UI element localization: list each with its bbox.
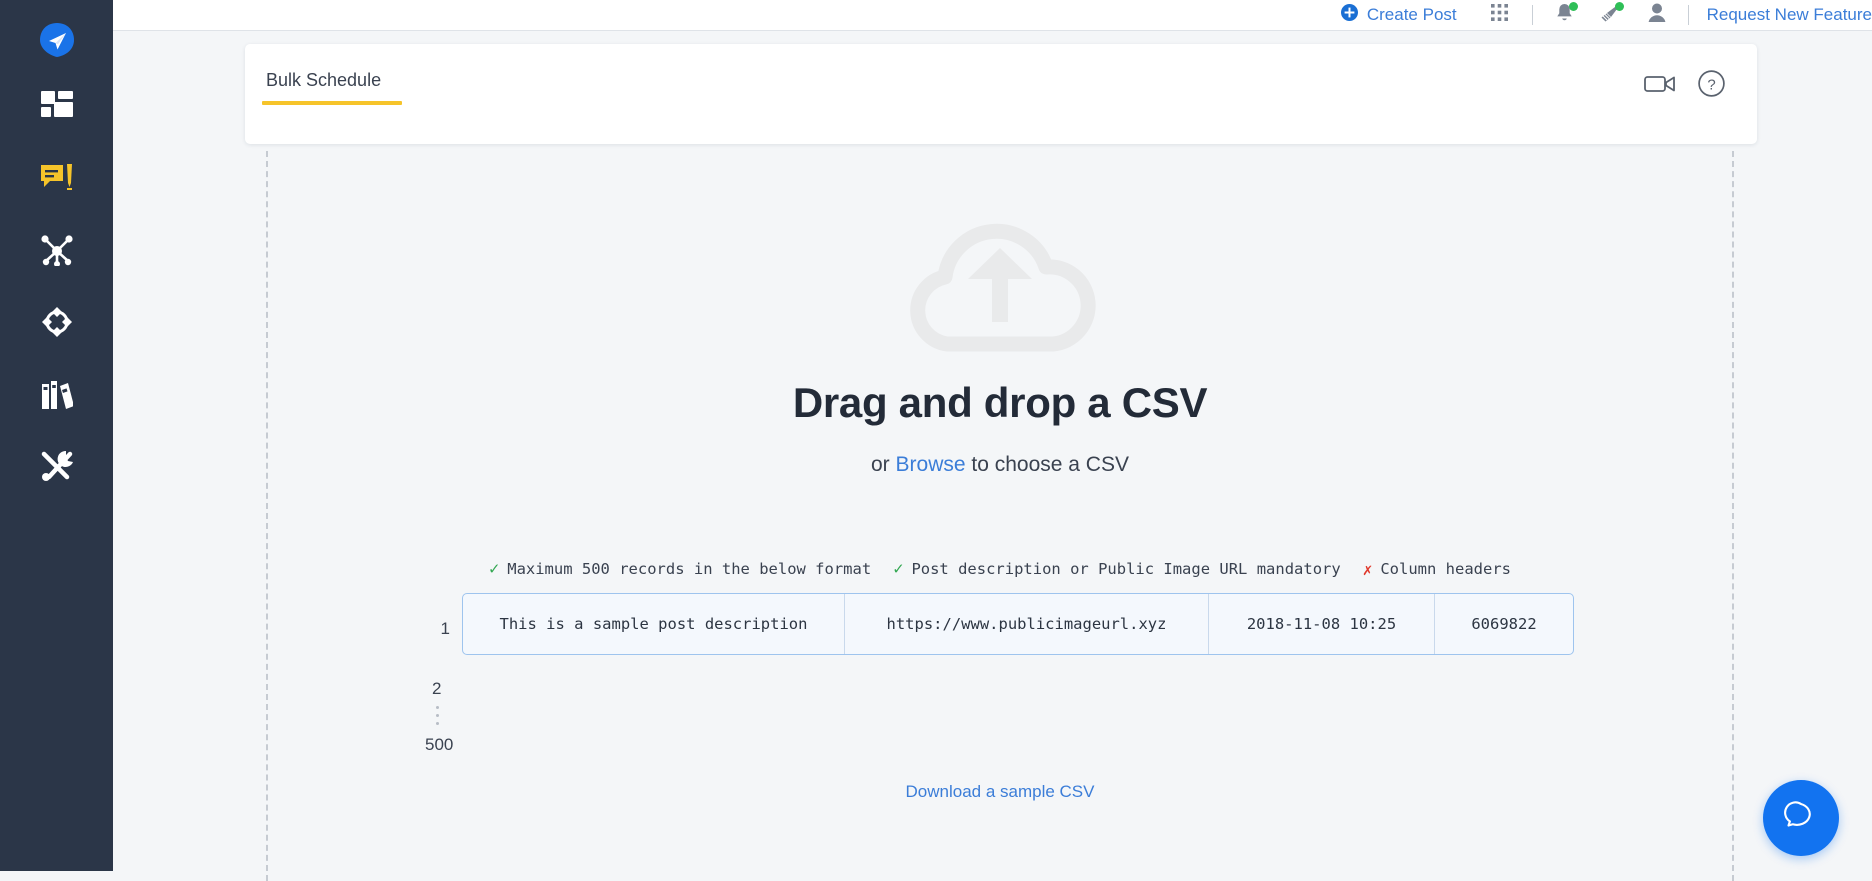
announcement-badge-dot bbox=[1615, 2, 1624, 11]
chat-bubble-icon bbox=[1784, 799, 1818, 838]
video-tutorial-button[interactable] bbox=[1644, 73, 1676, 100]
notification-badge-dot bbox=[1569, 2, 1578, 11]
sidebar-item-library[interactable] bbox=[0, 358, 113, 430]
vertical-ellipsis-icon bbox=[436, 706, 439, 725]
user-profile-button[interactable] bbox=[1634, 0, 1680, 31]
books-library-icon bbox=[41, 378, 73, 410]
video-camera-icon bbox=[1644, 73, 1676, 100]
apps-grid-icon bbox=[1491, 4, 1508, 26]
requirement-item: ✓ Maximum 500 records in the below forma… bbox=[489, 559, 871, 579]
card-action-group: ? bbox=[1644, 70, 1725, 102]
table-row: This is a sample post description https:… bbox=[462, 593, 1574, 655]
check-icon: ✓ bbox=[489, 559, 499, 579]
requirement-label: Maximum 500 records in the below format bbox=[507, 560, 871, 578]
help-button[interactable]: ? bbox=[1698, 70, 1725, 102]
row-number: 500 bbox=[425, 736, 453, 753]
csv-requirements-row: ✓ Maximum 500 records in the below forma… bbox=[489, 559, 1511, 579]
cross-icon: ✗ bbox=[1363, 560, 1373, 579]
sidebar-item-tools[interactable] bbox=[0, 430, 113, 502]
compose-message-icon bbox=[40, 163, 74, 193]
sidebar-item-engage[interactable] bbox=[0, 214, 113, 286]
sample-csv-table: 1 This is a sample post description http… bbox=[426, 593, 1574, 655]
tab-bulk-schedule-label: Bulk Schedule bbox=[262, 70, 402, 101]
create-post-label: Create Post bbox=[1367, 5, 1457, 25]
cell-description: This is a sample post description bbox=[463, 594, 845, 654]
requirement-label: Post description or Public Image URL man… bbox=[911, 560, 1340, 578]
row-number: 1 bbox=[426, 620, 462, 637]
sidebar-item-dashboard[interactable] bbox=[0, 70, 113, 142]
question-mark-circle-icon: ? bbox=[1698, 70, 1725, 102]
tab-bulk-schedule[interactable]: Bulk Schedule bbox=[262, 70, 402, 105]
row-number: 2 bbox=[432, 680, 441, 697]
download-sample-csv-link[interactable]: Download a sample CSV bbox=[906, 782, 1095, 802]
sidebar-item-publish[interactable] bbox=[0, 142, 113, 214]
target-circle-icon bbox=[42, 307, 72, 337]
dropzone-subtitle: or Browse to choose a CSV bbox=[871, 453, 1129, 477]
primary-sidebar bbox=[0, 0, 113, 871]
apps-grid-button[interactable] bbox=[1477, 0, 1523, 31]
requirement-item: ✗ Column headers bbox=[1363, 560, 1511, 579]
sidebar-item-brand-logo[interactable] bbox=[0, 10, 113, 70]
dropzone-sub-suffix: to choose a CSV bbox=[966, 453, 1129, 476]
top-navigation-bar: Create Post bbox=[113, 0, 1872, 31]
tab-active-underline bbox=[262, 101, 402, 105]
request-new-feature-link[interactable]: Request New Feature bbox=[1688, 5, 1872, 25]
cloud-upload-icon bbox=[887, 196, 1113, 361]
topbar-divider bbox=[1532, 5, 1533, 25]
support-chat-button[interactable] bbox=[1763, 780, 1839, 856]
sidebar-item-listen[interactable] bbox=[0, 286, 113, 358]
dropzone-sub-prefix: or bbox=[871, 453, 896, 476]
dropzone-title: Drag and drop a CSV bbox=[793, 379, 1207, 427]
network-nodes-icon bbox=[40, 234, 74, 266]
requirement-label: Column headers bbox=[1380, 560, 1511, 578]
tools-wrench-icon bbox=[40, 450, 74, 482]
plus-circle-icon bbox=[1341, 4, 1358, 26]
topbar-icon-group bbox=[1477, 0, 1680, 31]
notifications-button[interactable] bbox=[1542, 0, 1588, 31]
user-avatar-icon bbox=[1648, 3, 1666, 27]
csv-dropzone[interactable]: Drag and drop a CSV or Browse to choose … bbox=[266, 151, 1734, 881]
cell-image-url: https://www.publicimageurl.xyz bbox=[845, 594, 1209, 654]
bulk-schedule-card: Bulk Schedule ? bbox=[245, 44, 1757, 144]
announcements-button[interactable] bbox=[1588, 0, 1634, 31]
row-number-continuation: 2 500 bbox=[268, 655, 1732, 753]
check-icon: ✓ bbox=[893, 559, 903, 579]
svg-text:?: ? bbox=[1707, 77, 1715, 94]
paper-plane-logo-icon bbox=[39, 22, 75, 58]
cell-account-id: 6069822 bbox=[1435, 594, 1573, 654]
requirement-item: ✓ Post description or Public Image URL m… bbox=[893, 559, 1341, 579]
browse-link[interactable]: Browse bbox=[896, 453, 966, 476]
create-post-button[interactable]: Create Post bbox=[1341, 4, 1457, 26]
cell-datetime: 2018-11-08 10:25 bbox=[1209, 594, 1435, 654]
dashboard-grid-icon bbox=[41, 91, 73, 121]
